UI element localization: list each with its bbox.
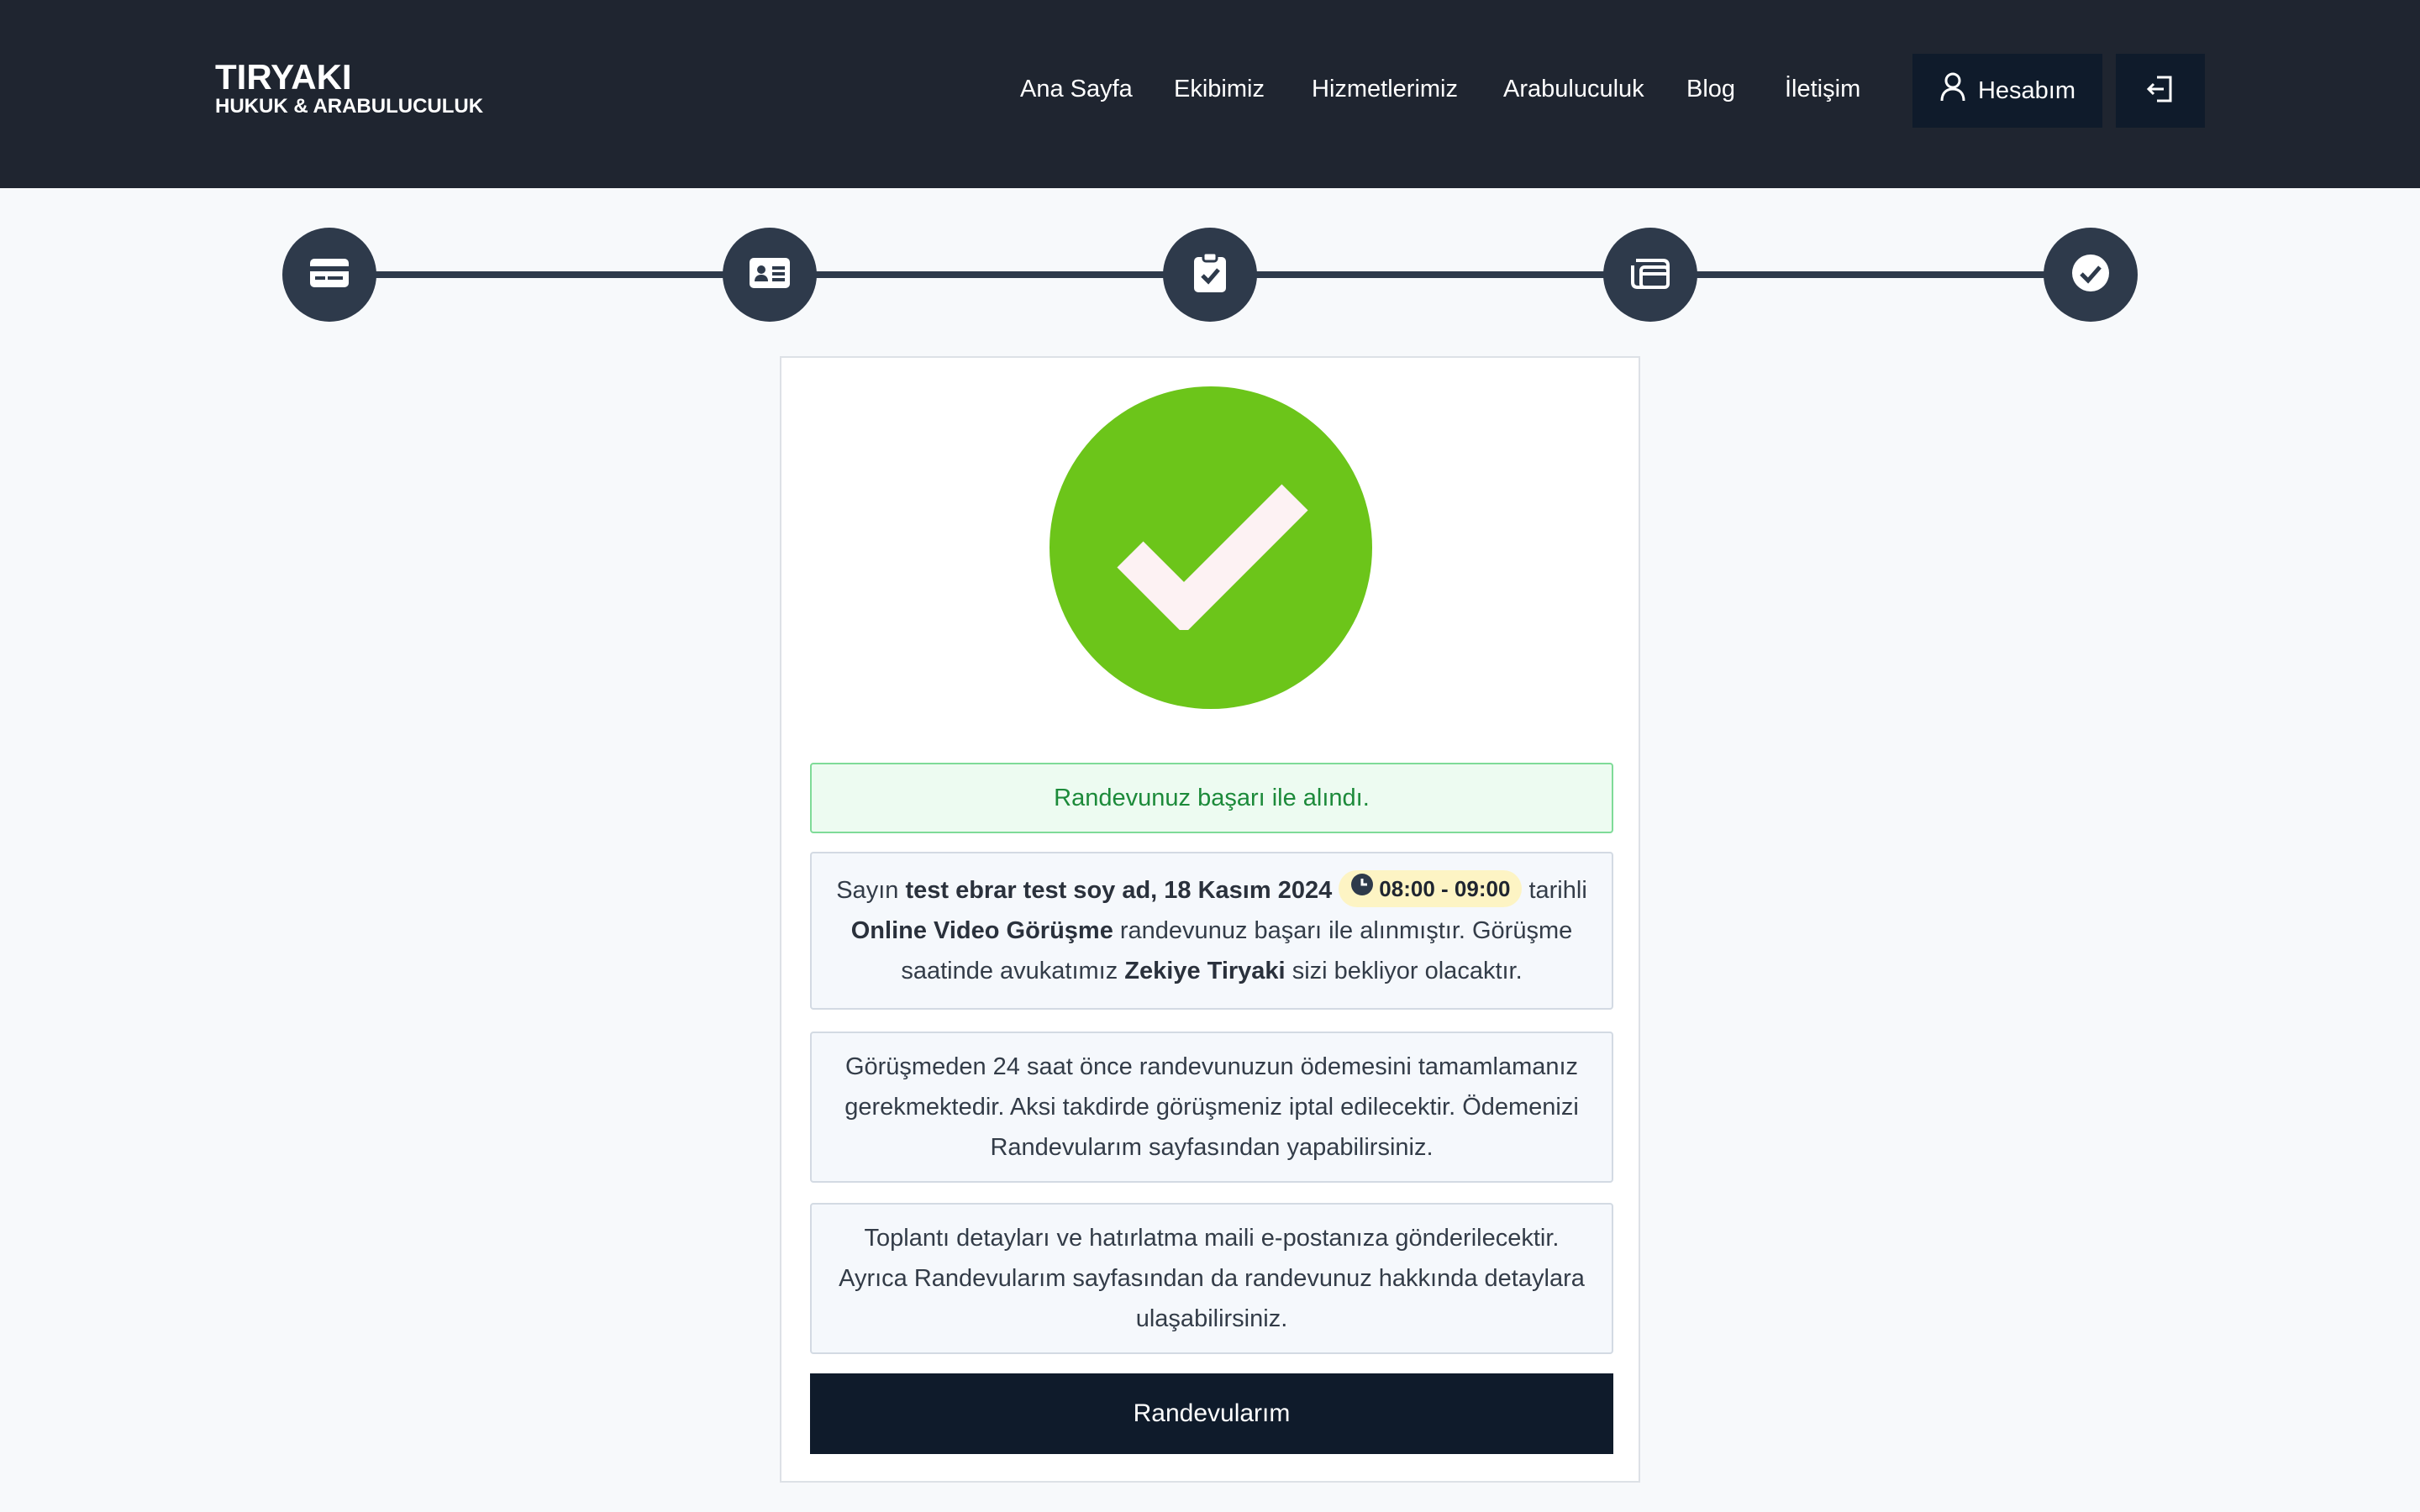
details-prefix: Sayın [836,877,899,904]
brand-name: TIRYAKI [215,57,352,97]
email-notice: Toplantı detayları ve hatırlatma maili e… [810,1203,1613,1354]
payment-notice: Görüşmeden 24 saat önce randevunuzun öde… [810,1032,1613,1183]
nav-item-mediation[interactable]: Arabuluculuk [1503,76,1644,103]
logout-button[interactable] [2116,54,2205,128]
nav-item-home[interactable]: Ana Sayfa [1020,76,1133,103]
check-circle-icon [2070,253,2111,297]
success-badge [1050,386,1372,709]
payment-notice-text: Görüşmeden 24 saat önce randevunuzun öde… [844,1053,1579,1161]
client-name-date: test ebrar test soy ad, 18 Kasım 2024 [905,877,1333,904]
brand-tagline: HUKUK & ARABULUCULUK [215,95,484,118]
appointment-details: Sayın test ebrar test soy ad, 18 Kasım 2… [810,852,1613,1010]
step-3 [1163,228,1257,322]
step-5 [2044,228,2138,322]
details-after-time: tarihli [1528,877,1587,904]
step-1 [282,228,376,322]
account-label: Hesabım [1977,76,2076,104]
checkmark-icon [1110,462,1312,634]
clock-icon [1350,869,1374,909]
nav-item-contact[interactable]: İletişim [1785,76,1860,103]
step-4 [1603,228,1697,322]
user-icon [1939,72,1966,109]
clipboard-check-icon [1193,251,1227,298]
brand-logo[interactable]: TIRYAKI HUKUK & ARABULUCULUK [215,59,483,118]
confirmation-card: Randevunuz başarı ile alındı. Sayın test… [780,356,1640,1483]
payment-card-icon [1629,254,1671,297]
time-badge: 08:00 - 09:00 [1339,869,1523,909]
details-suffix: sizi bekliyor olacaktır. [1292,958,1523,984]
success-alert: Randevunuz başarı ile alındı. [810,763,1613,833]
email-notice-text: Toplantı detayları ve hatırlatma maili e… [839,1225,1585,1332]
logout-icon [2145,74,2175,108]
nav-item-team[interactable]: Ekibimiz [1174,76,1265,103]
meeting-type: Online Video Görüşme [850,917,1113,944]
lawyer-name: Zekiye Tiryaki [1124,958,1286,984]
my-appointments-button[interactable]: Randevularım [810,1373,1613,1454]
id-card-icon [749,256,791,294]
time-range: 08:00 - 09:00 [1379,876,1511,902]
appointment-details-text: Sayın test ebrar test soy ad, 18 Kasım 2… [829,870,1595,991]
step-2 [723,228,817,322]
nav-item-blog[interactable]: Blog [1686,76,1735,103]
account-button[interactable]: Hesabım [1912,54,2102,128]
site-header: TIRYAKI HUKUK & ARABULUCULUK Ana Sayfa E… [0,0,2420,188]
credit-card-icon [309,257,350,293]
nav-item-services[interactable]: Hizmetlerimiz [1312,76,1458,103]
